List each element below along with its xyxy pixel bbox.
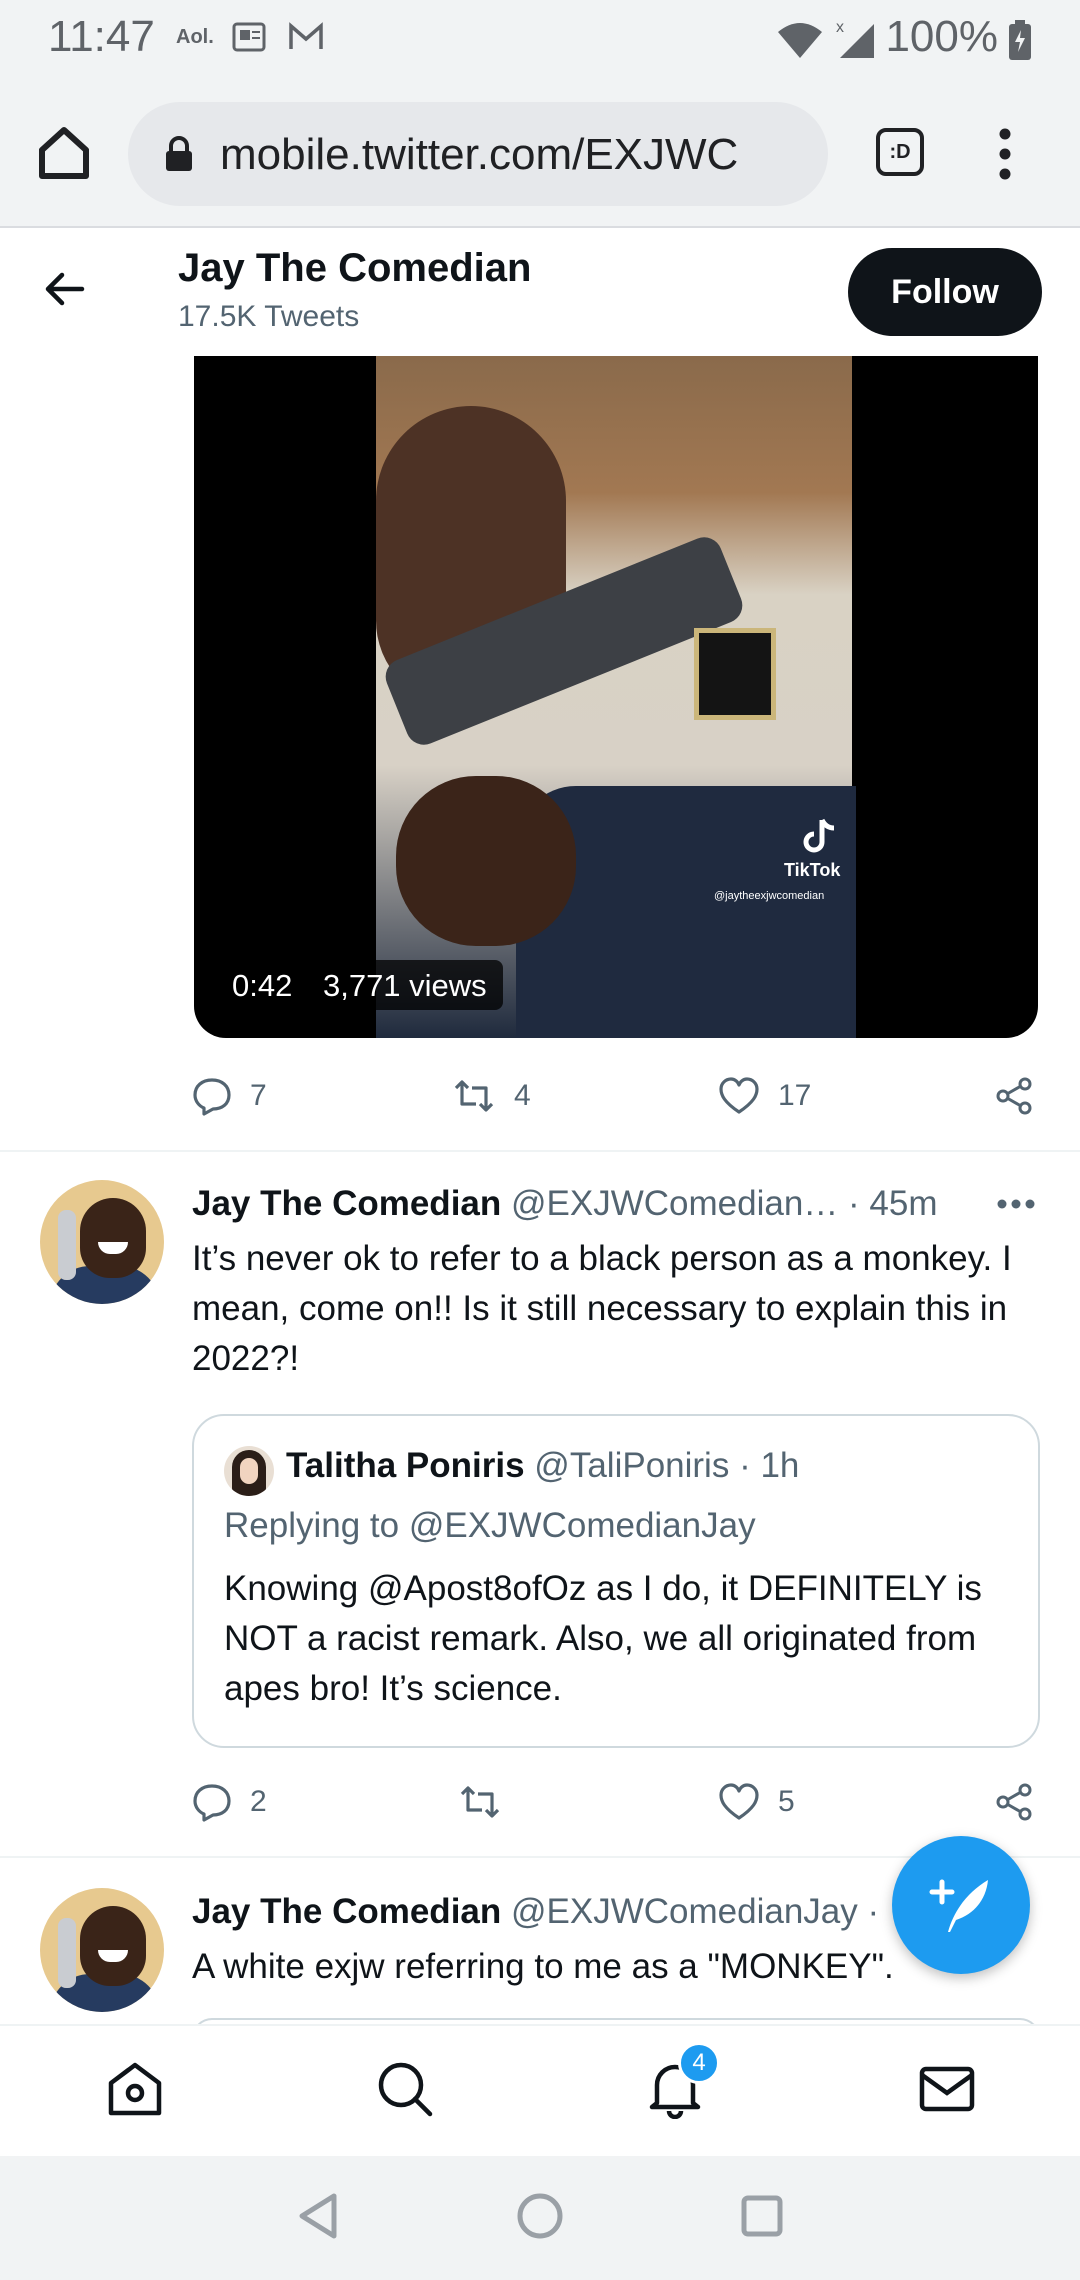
triangle-back-icon bbox=[299, 2193, 337, 2239]
news-notification-icon bbox=[232, 22, 266, 57]
tweet-count: 17.5K Tweets bbox=[178, 300, 360, 333]
video-player[interactable]: TikTok @jaytheexjwcomedian 0:42 3,771 vi… bbox=[194, 356, 1038, 1038]
gmail-notification-icon bbox=[288, 22, 324, 57]
tweet-author-handle[interactable]: @EXJWComedian… bbox=[511, 1184, 838, 1223]
tiktok-handle: @jaytheexjwcomedian bbox=[714, 890, 825, 902]
search-icon bbox=[378, 2062, 433, 2117]
status-bar: 11:47 Aol. x 100% bbox=[0, 0, 1080, 80]
wall-frame bbox=[694, 628, 776, 720]
square-recents-icon bbox=[741, 2195, 783, 2237]
quoted-tweet[interactable]: Talitha Poniris @TaliPoniris · 1h Replyi… bbox=[192, 1414, 1040, 1748]
notifications-badge: 4 bbox=[678, 2042, 720, 2084]
browser-home-button[interactable] bbox=[34, 122, 94, 182]
video-frame bbox=[376, 356, 856, 1038]
lock-icon bbox=[164, 136, 194, 177]
tweet-actions: 2 5 bbox=[192, 1772, 1042, 1832]
video-stats: 0:42 3,771 views bbox=[216, 960, 503, 1010]
browser-menu-button[interactable] bbox=[990, 124, 1020, 184]
tweet-text: It’s never ok to refer to a black person… bbox=[192, 1239, 1012, 1378]
share-icon bbox=[996, 1783, 1032, 1821]
url-text: mobile.twitter.com/EXJWC bbox=[220, 130, 739, 179]
tweet-author-name[interactable]: Jay The Comedian bbox=[192, 1184, 501, 1223]
quote-replying-to: Replying to @EXJWComedianJay bbox=[224, 1506, 756, 1545]
retweet-icon bbox=[454, 1080, 494, 1112]
quote-header: Talitha Poniris @TaliPoniris · 1h bbox=[286, 1446, 799, 1486]
back-arrow-icon bbox=[45, 272, 85, 306]
quote-avatar bbox=[224, 1446, 274, 1496]
compose-tweet-button[interactable] bbox=[892, 1836, 1030, 1974]
quote-time: · 1h bbox=[739, 1446, 800, 1485]
home-icon bbox=[39, 127, 89, 179]
reply-button[interactable]: 2 bbox=[192, 1772, 267, 1832]
browser-toolbar: mobile.twitter.com/EXJWC :D bbox=[0, 80, 1080, 228]
avatar[interactable] bbox=[40, 1888, 164, 2012]
video-duration: 0:42 bbox=[232, 968, 293, 1003]
aol-notification-icon: Aol. bbox=[176, 26, 214, 48]
retweet-button[interactable]: 4 bbox=[452, 1066, 531, 1126]
circle-home-icon bbox=[517, 2193, 563, 2239]
reply-button[interactable]: 7 bbox=[192, 1066, 267, 1126]
mail-icon bbox=[919, 2066, 975, 2112]
video-views: 3,771 views bbox=[322, 968, 487, 1003]
tiktok-watermark: TikTok bbox=[784, 816, 840, 881]
more-horizontal-icon bbox=[997, 1199, 1035, 1209]
divider bbox=[0, 1150, 1080, 1152]
share-icon bbox=[996, 1077, 1032, 1115]
tweet-actions: 7 4 17 bbox=[192, 1066, 1042, 1126]
svg-text:x: x bbox=[836, 19, 844, 36]
nav-messages[interactable] bbox=[912, 2054, 982, 2124]
system-back-button[interactable] bbox=[290, 2186, 350, 2246]
signal-icon: x bbox=[834, 18, 878, 65]
tweet-header: Jay The Comedian @EXJWComedianJay · bbox=[192, 1892, 879, 1932]
battery-percent: 100% bbox=[885, 12, 998, 61]
status-time: 11:47 bbox=[48, 12, 155, 61]
tab-switcher-button[interactable]: :D bbox=[876, 128, 924, 176]
heart-icon bbox=[719, 1077, 759, 1114]
nav-home[interactable] bbox=[100, 2054, 170, 2124]
compose-feather-icon bbox=[929, 1879, 988, 1932]
reply-icon bbox=[193, 1784, 231, 1822]
battery-icon bbox=[1008, 20, 1032, 65]
nav-search[interactable] bbox=[370, 2054, 440, 2124]
tweet-time[interactable]: · 45m bbox=[848, 1184, 937, 1223]
tweet-author-handle[interactable]: @EXJWComedianJay · bbox=[511, 1892, 879, 1931]
system-home-button[interactable] bbox=[510, 2186, 570, 2246]
tweet-more-button[interactable] bbox=[996, 1194, 1036, 1214]
tiktok-icon bbox=[800, 816, 840, 856]
tweet-header: Jay The Comedian @EXJWComedian… · 45m bbox=[192, 1184, 938, 1224]
home-icon bbox=[108, 2062, 162, 2116]
quote-text: Knowing @Apost8ofOz as I do, it DEFINITE… bbox=[224, 1569, 982, 1708]
like-button[interactable]: 17 bbox=[718, 1066, 811, 1126]
follow-button[interactable]: Follow bbox=[848, 248, 1042, 336]
retweet-icon bbox=[460, 1786, 500, 1818]
system-nav-bar bbox=[0, 2156, 1080, 2280]
like-button[interactable]: 5 bbox=[718, 1772, 795, 1832]
avatar[interactable] bbox=[40, 1180, 164, 1304]
profile-header: Jay The Comedian 17.5K Tweets Follow bbox=[0, 228, 1080, 356]
retweet-button[interactable] bbox=[458, 1772, 520, 1832]
quote-author-name: Talitha Poniris bbox=[286, 1446, 525, 1485]
heart-icon bbox=[719, 1783, 759, 1820]
share-button[interactable] bbox=[994, 1066, 1052, 1126]
profile-name: Jay The Comedian bbox=[178, 246, 532, 290]
back-button[interactable] bbox=[40, 264, 90, 314]
system-recents-button[interactable] bbox=[732, 2186, 792, 2246]
share-button[interactable] bbox=[994, 1772, 1052, 1832]
more-vertical-icon bbox=[999, 128, 1011, 180]
quote-author-handle: @TaliPoniris bbox=[534, 1446, 730, 1485]
wifi-icon bbox=[776, 20, 824, 65]
bottom-nav: 4 bbox=[0, 2024, 1080, 2156]
reply-icon bbox=[193, 1078, 231, 1116]
address-bar[interactable]: mobile.twitter.com/EXJWC bbox=[128, 102, 828, 206]
tweet-author-name[interactable]: Jay The Comedian bbox=[192, 1892, 501, 1931]
